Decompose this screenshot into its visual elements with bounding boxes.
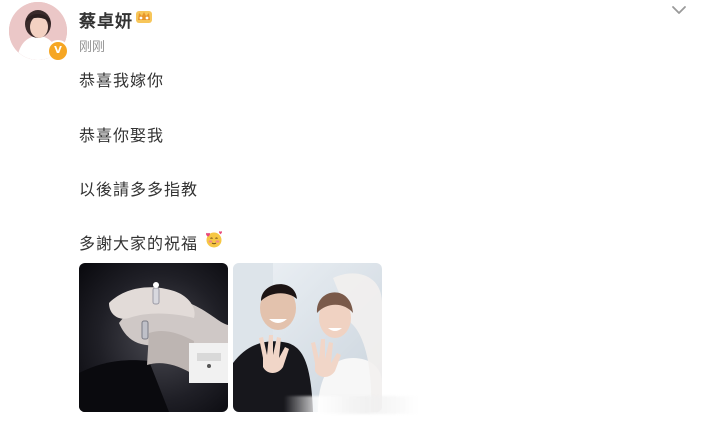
- post-text-line-2: 恭喜你娶我: [79, 126, 165, 145]
- wedding-ring-hands-photo[interactable]: [79, 263, 228, 412]
- weibo-post: V 蔡卓妍 刚刚 恭喜我嫁你 恭喜你娶我 以後請多多指教 多謝大家的祝福: [0, 0, 707, 422]
- post-text-line-4: 多謝大家的祝福: [79, 234, 199, 253]
- post-text-line-3: 以後請多多指教: [79, 180, 199, 199]
- verified-v-icon: V: [47, 40, 69, 62]
- post-timestamp: 刚刚: [79, 40, 106, 55]
- post-text-line-1: 恭喜我嫁你: [79, 71, 165, 90]
- crown-member-icon[interactable]: [135, 7, 153, 25]
- image-watermark: [284, 396, 420, 414]
- couple-wedding-photo[interactable]: [233, 263, 382, 412]
- blush-hearts-emoji-icon: [204, 229, 224, 249]
- author-avatar[interactable]: V: [9, 2, 69, 62]
- chevron-down-icon[interactable]: [670, 2, 688, 16]
- author-name[interactable]: 蔡卓妍: [79, 7, 133, 32]
- verified-badge-text: V: [54, 45, 62, 56]
